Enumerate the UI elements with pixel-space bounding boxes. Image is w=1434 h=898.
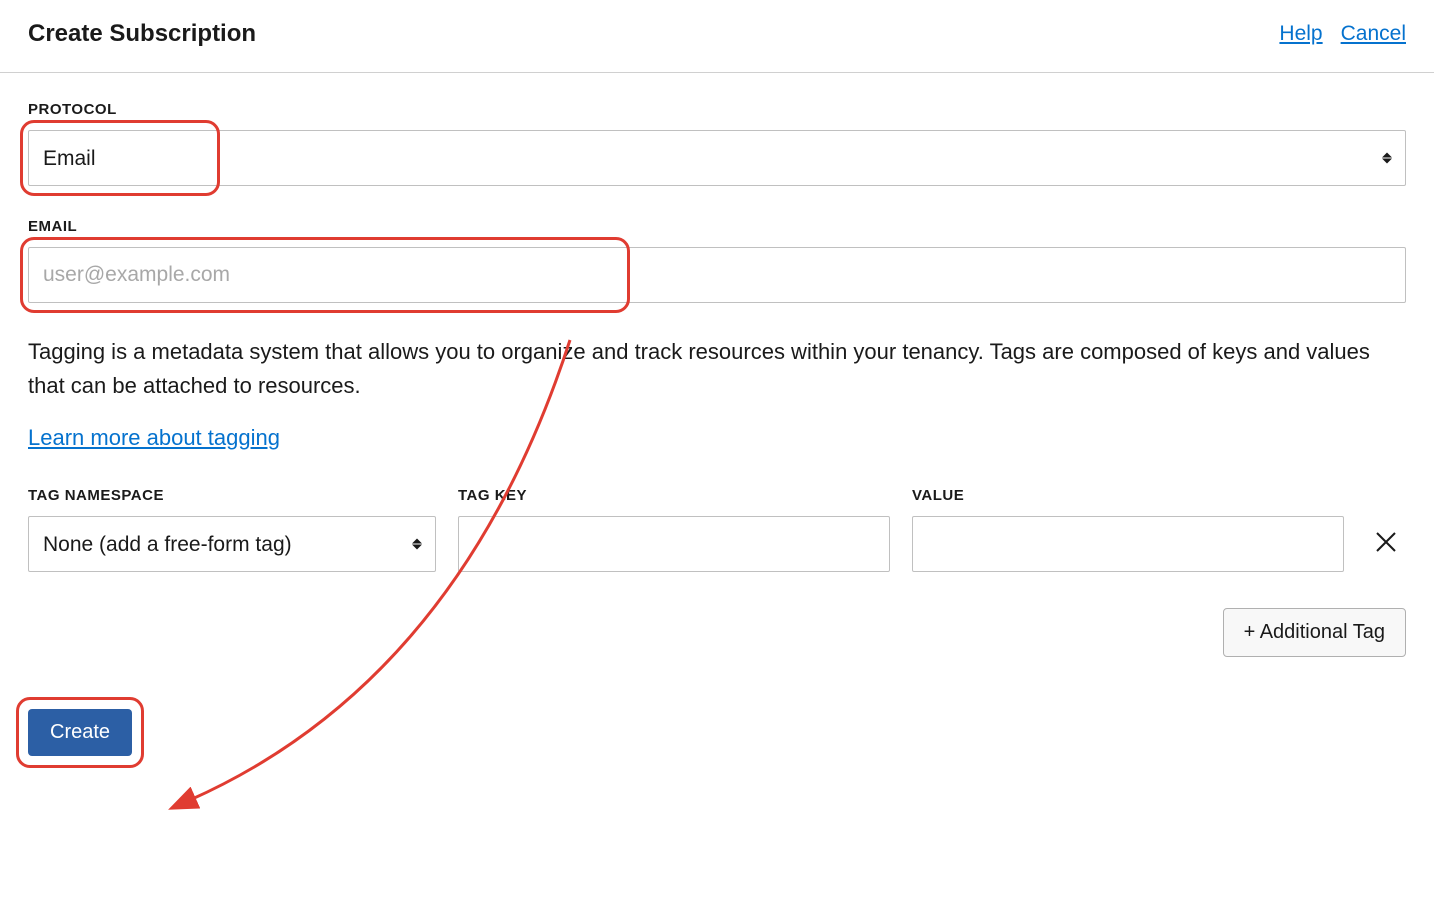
tag-namespace-select-wrapper: None (add a free-form tag) — [28, 516, 436, 572]
cancel-link[interactable]: Cancel — [1341, 22, 1406, 46]
email-field-group: EMAIL — [28, 218, 1406, 303]
tag-value-column: VALUE — [912, 487, 1344, 572]
tag-value-label: VALUE — [912, 487, 1344, 504]
create-button-wrapper: Create — [28, 709, 132, 756]
remove-tag-icon[interactable] — [1375, 529, 1397, 560]
email-label: EMAIL — [28, 218, 1406, 235]
tagging-description: Tagging is a metadata system that allows… — [28, 335, 1406, 403]
remove-tag-column — [1366, 516, 1406, 572]
additional-tag-row: + Additional Tag — [28, 608, 1406, 657]
email-input[interactable] — [28, 247, 1406, 303]
tag-namespace-label: TAG NAMESPACE — [28, 487, 436, 504]
tag-value-input[interactable] — [912, 516, 1344, 572]
tag-key-input[interactable] — [458, 516, 890, 572]
protocol-select[interactable]: Email — [28, 130, 1406, 186]
dialog-title: Create Subscription — [28, 20, 256, 48]
protocol-field-group: PROTOCOL Email — [28, 101, 1406, 186]
help-link[interactable]: Help — [1279, 22, 1322, 46]
tag-row: TAG NAMESPACE None (add a free-form tag)… — [28, 487, 1406, 572]
create-button[interactable]: Create — [28, 709, 132, 756]
header-links: Help Cancel — [1279, 22, 1406, 46]
dialog-header: Create Subscription Help Cancel — [0, 0, 1434, 73]
add-tag-button[interactable]: + Additional Tag — [1223, 608, 1406, 657]
tag-namespace-select[interactable]: None (add a free-form tag) — [28, 516, 436, 572]
tag-key-column: TAG KEY — [458, 487, 890, 572]
learn-more-tagging-link[interactable]: Learn more about tagging — [28, 425, 280, 451]
tag-key-label: TAG KEY — [458, 487, 890, 504]
dialog-content: PROTOCOL Email EMAIL Tagging is a metada… — [0, 73, 1434, 784]
protocol-select-wrapper: Email — [28, 130, 1406, 186]
protocol-label: PROTOCOL — [28, 101, 1406, 118]
tag-namespace-column: TAG NAMESPACE None (add a free-form tag) — [28, 487, 436, 572]
